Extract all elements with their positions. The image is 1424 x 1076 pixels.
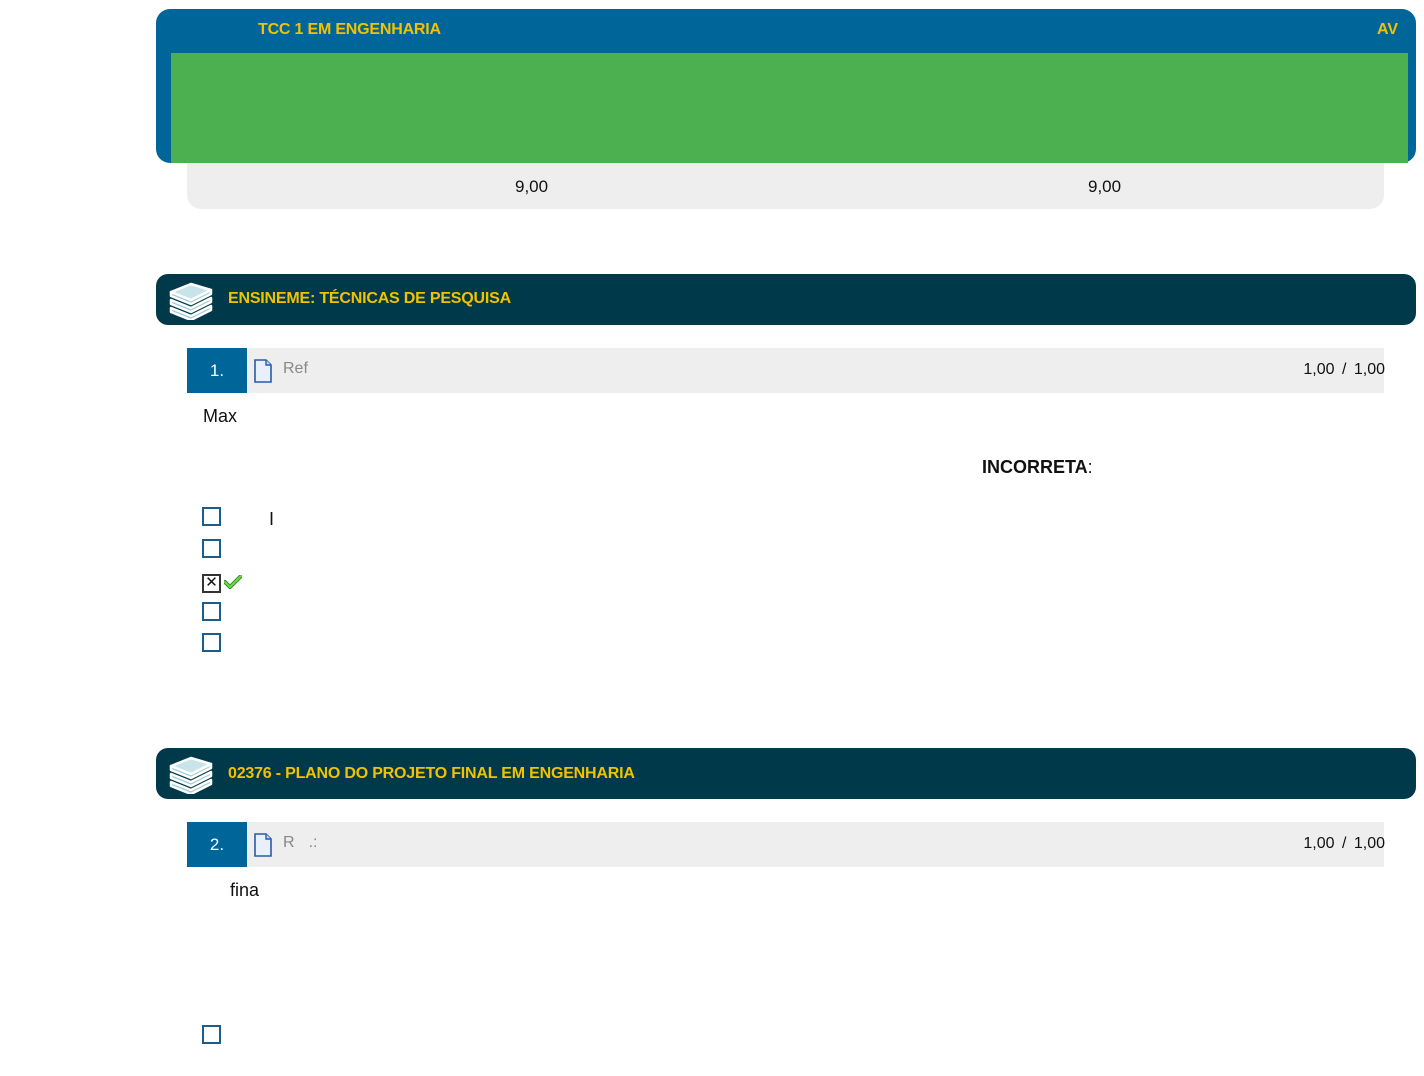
question-number-2: 2. [187,822,247,867]
books-icon [169,282,213,320]
ref-label: R [283,834,295,851]
option-checkbox-6[interactable] [202,1025,221,1044]
books-icon [169,756,213,794]
option-checkbox-2[interactable] [202,539,221,558]
section-title-1: ENSINEME: TÉCNICAS DE PESQUISA [228,290,511,307]
check-mark-icon [224,575,242,589]
question-bar-1 [187,348,1384,393]
option-checkbox-3[interactable]: ✕ [202,574,221,593]
emphasis-word: INCORRETA [982,457,1088,477]
score-max: 1,00 [1353,835,1385,852]
question-emphasis-1: INCORRETA: [982,457,1093,478]
ref-suffix: .: [308,834,318,851]
score-separator: / [1341,361,1347,378]
score-max: 1,00 [1353,361,1385,378]
question-bar-2 [187,822,1384,867]
checked-x-icon: ✕ [205,574,218,591]
score-strip [187,163,1384,209]
question-score-1: 1,00 / 1,00 [1303,361,1385,379]
question-number-1: 1. [187,348,247,393]
status-bar [171,53,1408,163]
score-separator: / [1341,835,1347,852]
question-text-1: Max [203,406,238,426]
emphasis-colon: : [1087,457,1093,477]
score-left: 9,00 [515,177,549,196]
score-right: 9,00 [1088,177,1122,196]
score-value: 1,00 [1303,835,1335,852]
score-value: 1,00 [1303,361,1335,378]
option-checkbox-4[interactable] [202,602,221,621]
document-icon [254,833,272,857]
question-score-2: 1,00 / 1,00 [1303,835,1385,853]
question-ref-2: R.: [283,834,317,852]
course-title: TCC 1 EM ENGENHARIA [258,21,441,38]
option-text-1: I [269,509,275,529]
option-checkbox-5[interactable] [202,633,221,652]
question-text-2: fina [230,880,260,900]
option-checkbox-1[interactable] [202,507,221,526]
av-label: AV [1376,21,1398,38]
document-icon [254,359,272,383]
question-ref-1: Ref [283,360,308,377]
section-title-2: 02376 - PLANO DO PROJETO FINAL EM ENGENH… [228,765,635,782]
